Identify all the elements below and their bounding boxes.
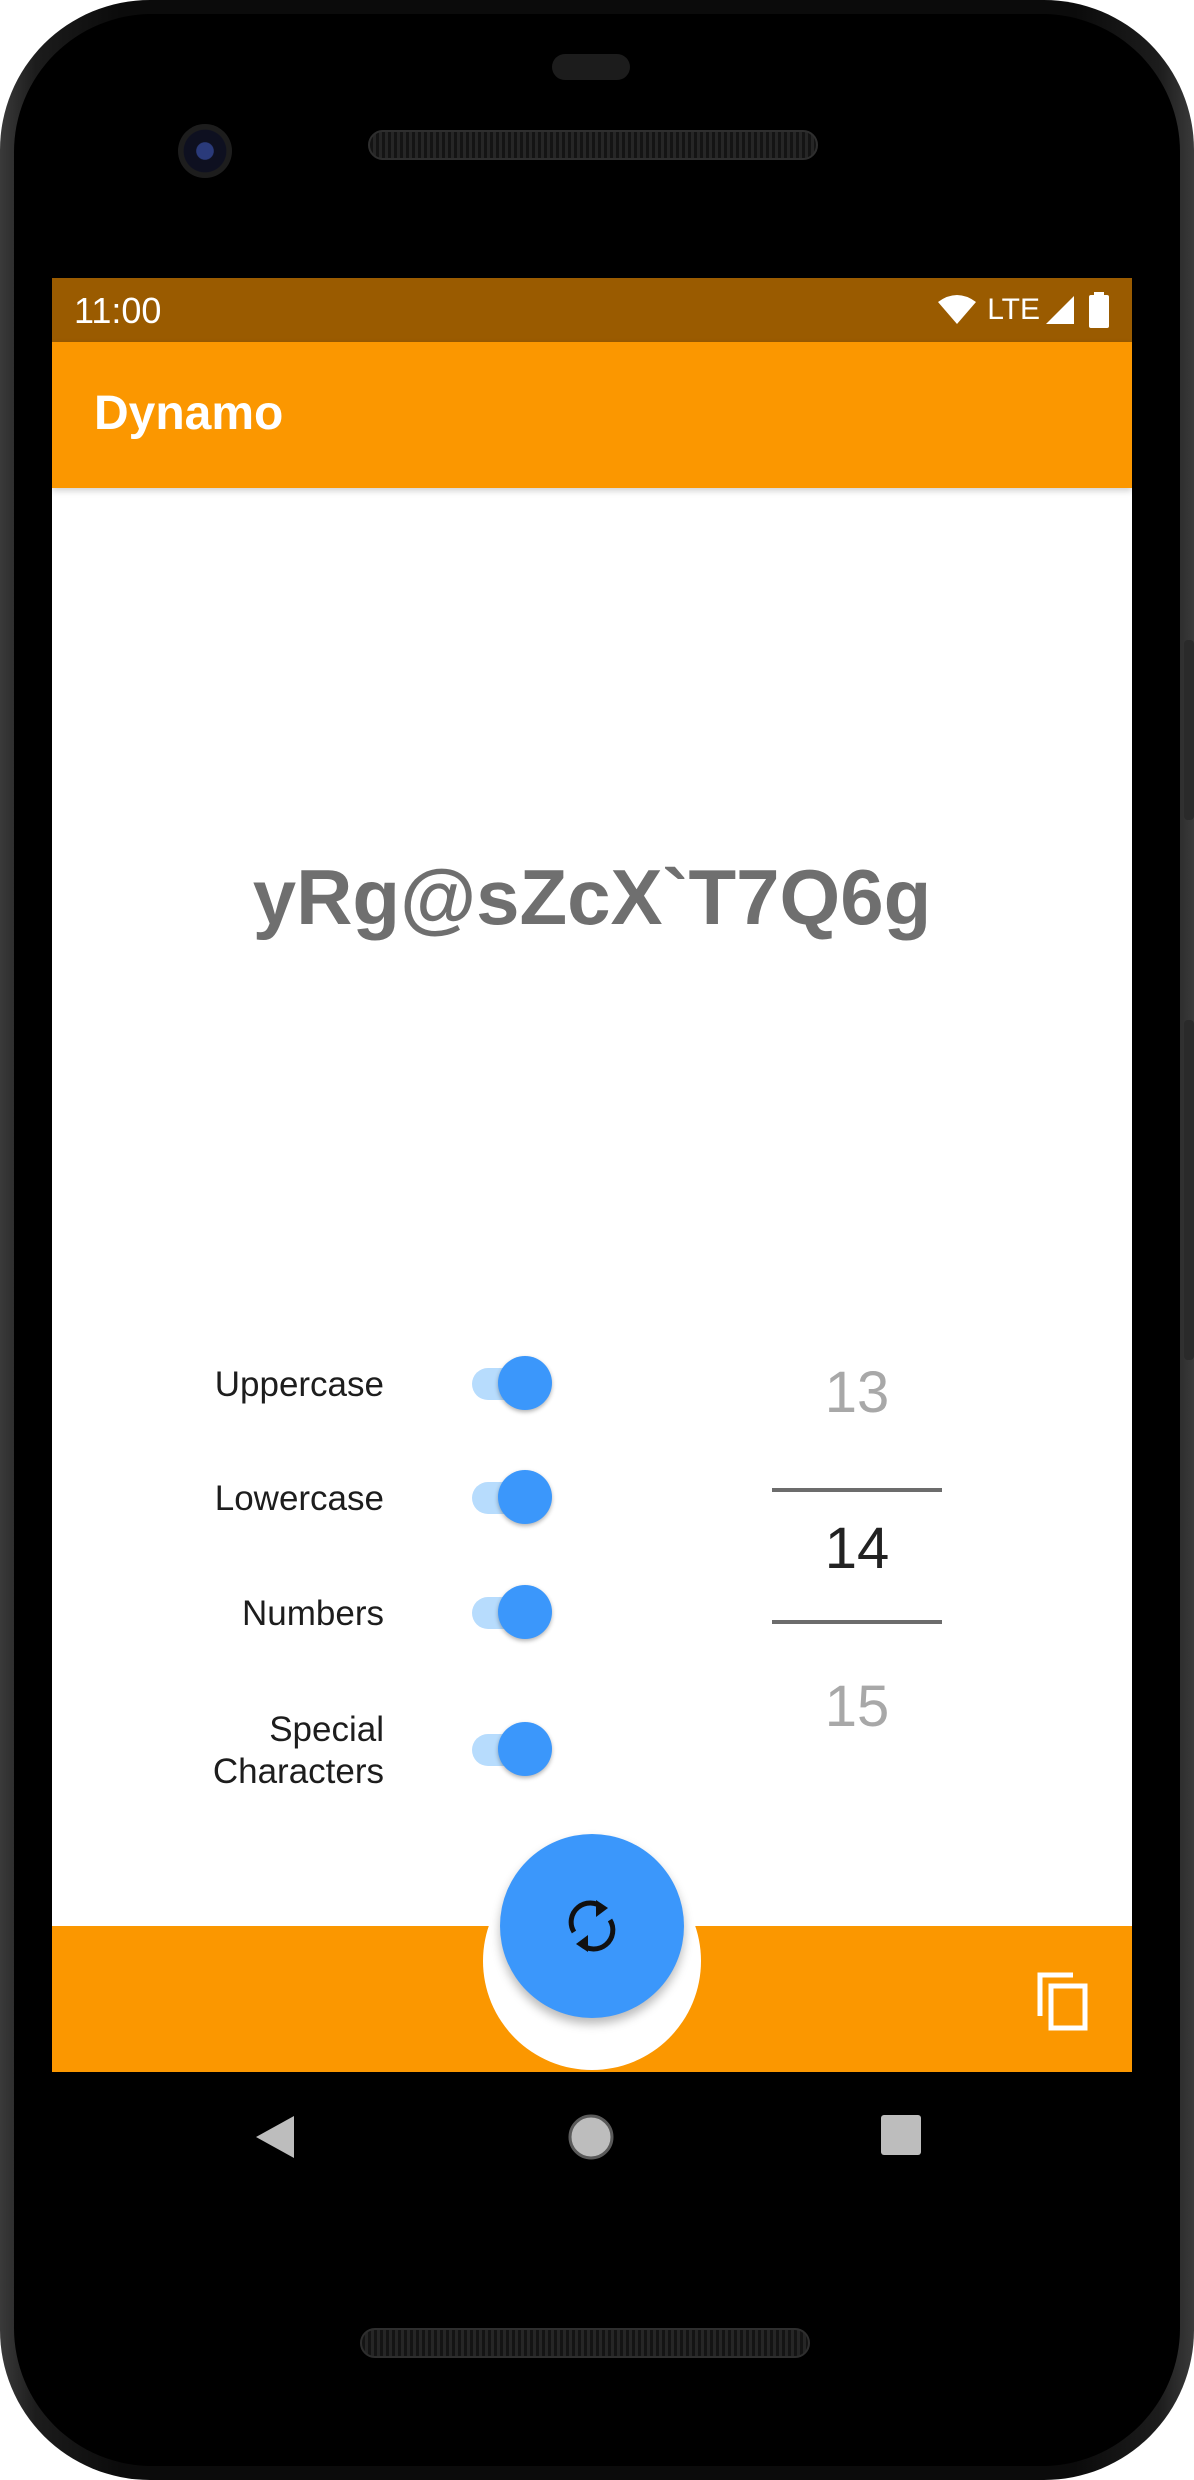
toggle-thumb: [498, 1470, 552, 1524]
regenerate-button[interactable]: [500, 1834, 684, 2018]
sensor-notch: [552, 54, 630, 80]
volume-button: [1184, 1020, 1194, 1360]
status-bar: 11:00 LTE: [52, 278, 1132, 342]
option-label-uppercase: Uppercase: [214, 1365, 384, 1404]
picker-divider-bottom: [772, 1620, 942, 1624]
phone-frame: 11:00 LTE Dynamo yRg@sZcX`T7Q6g Uppercas…: [0, 0, 1194, 2480]
recents-icon[interactable]: [880, 2114, 922, 2156]
lowercase-toggle[interactable]: [468, 1466, 558, 1526]
toggle-thumb: [498, 1585, 552, 1639]
app-bar: Dynamo: [52, 342, 1132, 488]
generated-password: yRg@sZcX`T7Q6g: [252, 853, 932, 941]
uppercase-toggle[interactable]: [468, 1352, 558, 1412]
power-button: [1184, 640, 1194, 820]
toggle-thumb: [498, 1722, 552, 1776]
app-title: Dynamo: [94, 387, 284, 440]
home-icon[interactable]: [566, 2112, 616, 2162]
earpiece-speaker: [368, 130, 818, 160]
picker-selected-value[interactable]: 14: [772, 1514, 942, 1584]
special-characters-toggle[interactable]: [468, 1718, 558, 1778]
option-label-numbers: Numbers: [242, 1594, 384, 1633]
status-time: 11:00: [74, 290, 162, 331]
signal-icon: [1046, 296, 1074, 324]
battery-icon: [1089, 292, 1109, 328]
network-type: LTE: [987, 293, 1040, 326]
length-picker[interactable]: 13 14 15: [772, 1358, 942, 1739]
numbers-toggle[interactable]: [468, 1581, 558, 1641]
screen: 11:00 LTE Dynamo yRg@sZcX`T7Q6g Uppercas…: [52, 278, 1132, 2072]
picker-previous-value[interactable]: 13: [772, 1358, 942, 1428]
back-icon[interactable]: [254, 2114, 296, 2160]
picker-next-value[interactable]: 15: [772, 1672, 942, 1742]
picker-divider-top: [772, 1488, 942, 1492]
front-camera: [178, 124, 232, 178]
copy-icon: [1037, 1972, 1088, 2031]
toggle-thumb: [498, 1356, 552, 1410]
wifi-icon: [938, 295, 977, 324]
bottom-speaker: [360, 2328, 810, 2358]
status-icons: LTE: [937, 290, 1112, 330]
option-label-lowercase: Lowercase: [214, 1479, 384, 1518]
option-label-special-characters: Special Characters: [212, 1710, 384, 1791]
copy-button[interactable]: [1032, 1968, 1094, 2034]
refresh-icon: [568, 1900, 616, 1952]
